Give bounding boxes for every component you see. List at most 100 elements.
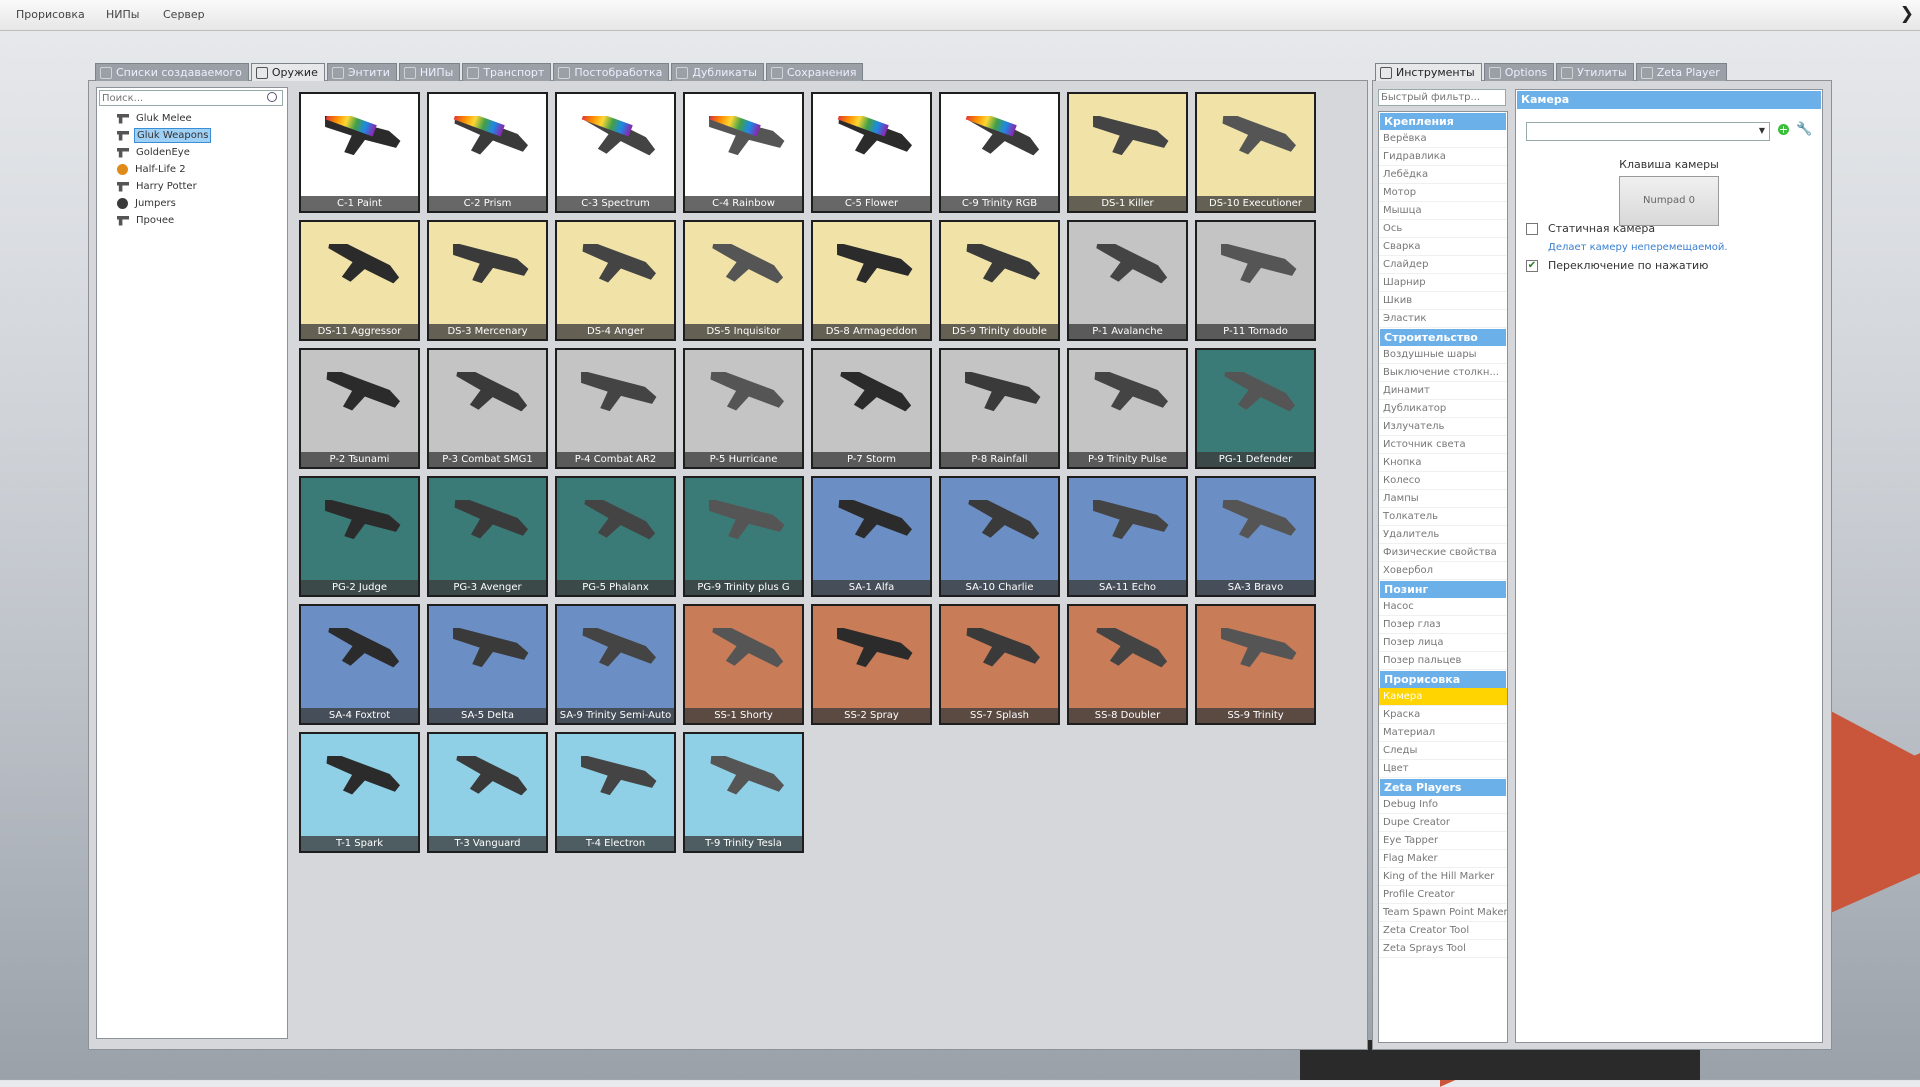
weapon-tile[interactable]: SA-5 Delta [427,604,548,725]
weapon-tile[interactable]: T-9 Trinity Tesla [683,732,804,853]
weapon-tile[interactable]: DS-5 Inquisitor [683,220,804,341]
tool-item[interactable]: King of the Hill Marker [1379,868,1507,886]
toggle-on-press-checkbox[interactable]: ✔ [1526,260,1538,272]
weapon-tile[interactable]: P-9 Trinity Pulse [1067,348,1188,469]
weapon-tile[interactable]: C-5 Flower [811,92,932,213]
weapon-tile[interactable]: P-7 Storm [811,348,932,469]
weapon-tile[interactable]: SS-2 Spray [811,604,932,725]
tool-item[interactable]: Лебёдка [1379,166,1507,184]
tool-item[interactable]: Ось [1379,220,1507,238]
spawn-tab-1[interactable]: Оружие [250,63,325,81]
menu-npcs[interactable]: НИПы [106,8,139,21]
tool-item[interactable]: Излучатель [1379,418,1507,436]
weapon-tile[interactable]: P-11 Tornado [1195,220,1316,341]
wrench-icon[interactable]: 🔧 [1796,123,1812,137]
weapon-tile[interactable]: DS-8 Armageddon [811,220,932,341]
camera-key-binder-button[interactable]: Numpad 0 [1619,176,1719,226]
tool-item[interactable]: Камера [1379,688,1507,706]
tool-tab-0[interactable]: Инструменты [1375,63,1482,81]
tool-item[interactable]: Zeta Sprays Tool [1379,940,1507,958]
spawn-tab-4[interactable]: Транспорт [462,63,552,81]
weapon-tile[interactable]: DS-4 Anger [555,220,676,341]
weapon-tile[interactable]: SS-9 Trinity [1195,604,1316,725]
tool-item[interactable]: Шкив [1379,292,1507,310]
tree-item[interactable]: Gluk Melee [97,110,287,127]
tool-item[interactable]: Eye Tapper [1379,832,1507,850]
weapon-tile[interactable]: SA-4 Foxtrot [299,604,420,725]
weapon-tile[interactable]: T-3 Vanguard [427,732,548,853]
tree-item[interactable]: Gluk Weapons [97,127,287,144]
tool-item[interactable]: Позер глаз [1379,616,1507,634]
weapon-tile[interactable]: SS-1 Shorty [683,604,804,725]
tool-item[interactable]: Физические свойства [1379,544,1507,562]
weapon-tile[interactable]: P-8 Rainfall [939,348,1060,469]
weapon-tile[interactable]: DS-11 Aggressor [299,220,420,341]
tool-item[interactable]: Debug Info [1379,796,1507,814]
tool-item[interactable]: Следы [1379,742,1507,760]
weapon-tile[interactable]: PG-3 Avenger [427,476,548,597]
category-header[interactable]: Крепления [1380,113,1506,130]
tool-item[interactable]: Мотор [1379,184,1507,202]
weapon-tile[interactable]: PG-2 Judge [299,476,420,597]
tool-item[interactable]: Позер лица [1379,634,1507,652]
tool-item[interactable]: Выключение столкн... [1379,364,1507,382]
weapon-tile[interactable]: P-1 Avalanche [1067,220,1188,341]
tree-item[interactable]: Jumpers [97,195,287,212]
weapon-tile[interactable]: T-1 Spark [299,732,420,853]
weapon-tile[interactable]: P-4 Combat AR2 [555,348,676,469]
weapon-tile[interactable]: P-3 Combat SMG1 [427,348,548,469]
tree-item[interactable]: GoldenEye [97,144,287,161]
tool-item[interactable]: Удалитель [1379,526,1507,544]
tool-item[interactable]: Дубликатор [1379,400,1507,418]
spawn-tab-5[interactable]: Постобработка [553,63,670,81]
weapon-tile[interactable]: SA-9 Trinity Semi-Auto [555,604,676,725]
tool-item[interactable]: Колесо [1379,472,1507,490]
weapon-tile[interactable]: DS-3 Mercenary [427,220,548,341]
spawn-tab-2[interactable]: Энтити [326,63,397,81]
tool-item[interactable]: Flag Maker [1379,850,1507,868]
tree-item[interactable]: Harry Potter [97,178,287,195]
chevron-right-icon[interactable]: ❯ [1900,4,1914,24]
category-header[interactable]: Прорисовка [1380,671,1506,688]
weapon-tile[interactable]: PG-9 Trinity plus G [683,476,804,597]
tool-item[interactable]: Толкатель [1379,508,1507,526]
tool-item[interactable]: Краска [1379,706,1507,724]
menu-drawing[interactable]: Прорисовка [16,8,85,21]
weapon-tile[interactable]: SS-8 Doubler [1067,604,1188,725]
weapon-tile[interactable]: T-4 Electron [555,732,676,853]
tree-item[interactable]: Half-Life 2 [97,161,287,178]
tool-item[interactable]: Dupe Creator [1379,814,1507,832]
tool-item[interactable]: Мышца [1379,202,1507,220]
search-input[interactable] [99,90,283,106]
weapon-tile[interactable]: P-2 Tsunami [299,348,420,469]
add-preset-icon[interactable]: + [1778,124,1789,135]
weapon-tile[interactable]: DS-10 Executioner [1195,92,1316,213]
weapon-tile[interactable]: PG-5 Phalanx [555,476,676,597]
weapon-tile[interactable]: C-3 Spectrum [555,92,676,213]
tool-item[interactable]: Гидравлика [1379,148,1507,166]
tool-item[interactable]: Team Spawn Point Maker [1379,904,1507,922]
tool-item[interactable]: Позер пальцев [1379,652,1507,670]
tool-item[interactable]: Лампы [1379,490,1507,508]
spawn-tab-7[interactable]: Сохранения [765,63,864,81]
tool-item[interactable]: Динамит [1379,382,1507,400]
tool-item[interactable]: Кнопка [1379,454,1507,472]
spawn-tab-0[interactable]: Списки создаваемого [95,63,249,81]
weapon-tile[interactable]: SA-3 Bravo [1195,476,1316,597]
tool-tab-1[interactable]: Options [1483,63,1555,81]
quick-filter-input[interactable] [1378,89,1506,106]
weapon-tile[interactable]: SA-10 Charlie [939,476,1060,597]
tool-item[interactable]: Верёвка [1379,130,1507,148]
category-header[interactable]: Строительство [1380,329,1506,346]
weapon-tile[interactable]: DS-9 Trinity double [939,220,1060,341]
menu-server[interactable]: Сервер [163,8,205,21]
tool-item[interactable]: Насос [1379,598,1507,616]
weapon-tile[interactable]: C-1 Paint [299,92,420,213]
tool-item[interactable]: Источник света [1379,436,1507,454]
static-camera-checkbox[interactable] [1526,223,1538,235]
category-header[interactable]: Позинг [1380,581,1506,598]
tool-tab-2[interactable]: Утилиты [1556,63,1634,81]
tool-item[interactable]: Материал [1379,724,1507,742]
search-icon[interactable] [267,92,277,102]
tool-item[interactable]: Слайдер [1379,256,1507,274]
